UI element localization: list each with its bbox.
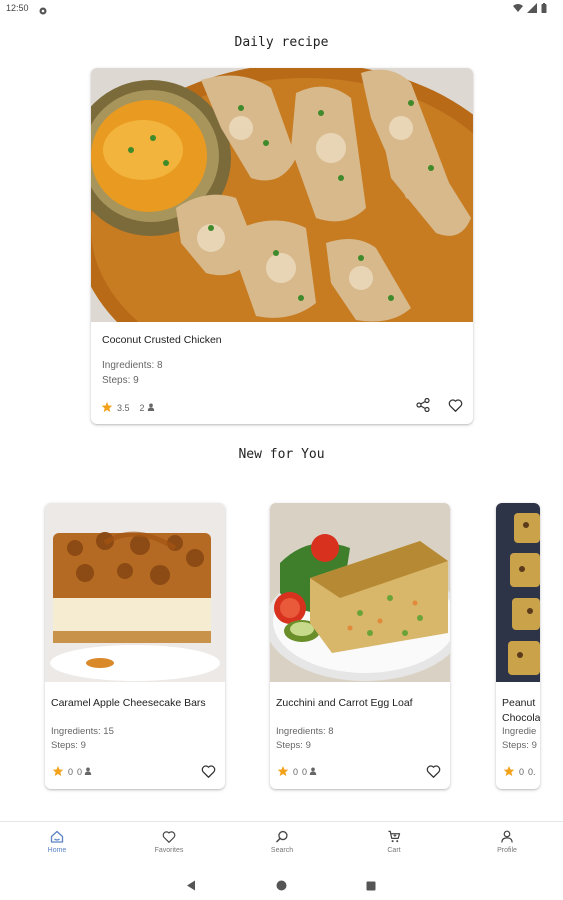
nav-label-home: Home <box>47 847 67 854</box>
nav-item-home[interactable]: Home <box>27 830 87 854</box>
recipe-ingredients: Ingredients: 8 <box>102 360 163 371</box>
bottom-navigation: Home Favorites Search Cart Profile <box>0 821 563 863</box>
daily-recipe-image <box>91 68 473 322</box>
nav-item-cart[interactable]: Cart <box>364 830 424 854</box>
nav-label-profile: Profile <box>497 847 517 854</box>
recipe-image <box>496 503 540 682</box>
nav-label-search: Search <box>270 847 294 854</box>
signal-icon <box>527 3 537 13</box>
recipe-count: 0. <box>528 767 536 777</box>
heart-outline-icon <box>201 764 216 783</box>
recipe-meta: Ingredients: 8 Steps: 9 <box>102 358 163 388</box>
recipe-count: 2 <box>139 403 145 413</box>
recipe-ingredients: Ingredients: 8 <box>276 726 334 737</box>
star-icon <box>503 765 515 779</box>
person-icon <box>309 767 317 777</box>
star-icon <box>101 401 113 415</box>
cart-icon <box>364 830 424 843</box>
back-icon[interactable] <box>186 878 196 896</box>
nav-item-search[interactable]: Search <box>252 830 312 854</box>
share-button[interactable] <box>413 397 433 417</box>
nav-item-profile[interactable]: Profile <box>477 830 537 854</box>
recipe-footer: 0 0 <box>277 765 317 779</box>
recipe-meta: Ingredients: 8 Steps: 9 <box>276 725 334 753</box>
recipe-meta: Ingredie Steps: 9 <box>502 725 537 753</box>
notification-icon <box>38 3 48 15</box>
nav-label-favorites: Favorites <box>154 847 184 854</box>
heart-icon <box>139 830 199 843</box>
recipe-steps: Steps: 9 <box>51 740 86 751</box>
recipe-count: 0 <box>302 767 308 777</box>
recipe-footer: 0 0. <box>503 765 536 779</box>
status-bar: 12:50 <box>0 0 563 18</box>
recents-icon[interactable] <box>366 878 376 896</box>
favorite-button[interactable] <box>445 397 465 417</box>
heart-outline-icon <box>426 764 441 783</box>
recipe-rating: 0 <box>293 767 299 777</box>
daily-recipe-card[interactable]: Coconut Crusted Chicken Ingredients: 8 S… <box>91 68 473 424</box>
recipe-footer: 0 0 <box>52 765 92 779</box>
nav-label-cart: Cart <box>387 847 401 854</box>
recipe-steps: Steps: 9 <box>276 740 311 751</box>
recipe-image <box>45 503 225 682</box>
recipe-ingredients: Ingredients: 15 <box>51 726 114 737</box>
person-icon <box>84 767 92 777</box>
daily-recipe-title: Daily recipe <box>234 35 329 50</box>
battery-icon <box>541 3 547 13</box>
recipe-image <box>270 503 450 682</box>
recipe-rating: 3.5 <box>117 403 130 413</box>
recipe-card[interactable]: Caramel Apple Cheesecake Bars Ingredient… <box>45 503 225 789</box>
home-circle-icon[interactable] <box>276 878 287 896</box>
recipe-rating: 0 <box>519 767 525 777</box>
recipe-name: Zucchini and Carrot Egg Loaf <box>276 697 413 709</box>
person-icon <box>147 403 155 413</box>
system-navigation-bar <box>0 868 563 900</box>
recipe-footer: 3.5 2 <box>101 401 155 415</box>
recipe-card[interactable]: Peanut Chocola Ingredie Steps: 9 0 0. <box>496 503 540 789</box>
star-icon <box>277 765 289 779</box>
share-icon <box>416 397 430 417</box>
nav-item-favorites[interactable]: Favorites <box>139 830 199 854</box>
home-icon <box>27 830 87 843</box>
recipe-count: 0 <box>77 767 83 777</box>
heart-outline-icon <box>448 398 463 417</box>
search-icon <box>252 830 312 843</box>
recipe-meta: Ingredients: 15 Steps: 9 <box>51 725 114 753</box>
recipe-steps: Steps: 9 <box>102 375 139 386</box>
recipe-name: Coconut Crusted Chicken <box>102 334 222 346</box>
recipe-rating: 0 <box>68 767 74 777</box>
recipe-name: Caramel Apple Cheesecake Bars <box>51 697 206 709</box>
recipe-name: Peanut Chocola <box>502 697 540 724</box>
star-icon <box>52 765 64 779</box>
recipe-steps: Steps: 9 <box>502 740 537 751</box>
status-time: 12:50 <box>6 3 29 13</box>
recipe-card[interactable]: Zucchini and Carrot Egg Loaf Ingredients… <box>270 503 450 789</box>
person-icon <box>477 830 537 843</box>
wifi-icon <box>513 3 523 13</box>
favorite-button[interactable] <box>423 763 443 783</box>
recipe-ingredients: Ingredie <box>502 726 537 737</box>
new-for-you-title: New for You <box>238 447 325 462</box>
favorite-button[interactable] <box>198 763 218 783</box>
